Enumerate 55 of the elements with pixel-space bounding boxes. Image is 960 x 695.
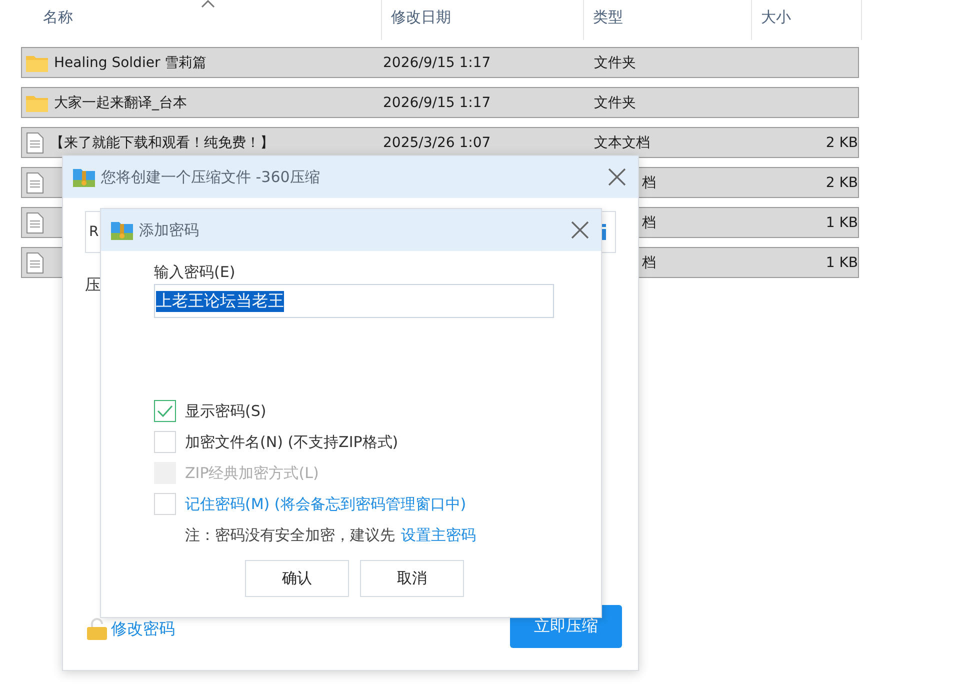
file-size: 2 KB — [826, 174, 858, 190]
file-name: Healing Soldier 雪莉篇 — [54, 54, 207, 72]
note-text: 注：密码没有安全加密，建议先 — [185, 526, 395, 545]
file-size: 1 KB — [826, 254, 858, 270]
master-password-link[interactable]: 设置主密码 — [401, 526, 476, 545]
checkbox[interactable] — [154, 400, 176, 422]
file-date: 2026/9/15 1:17 — [383, 94, 491, 110]
file-type: 档 — [642, 174, 656, 190]
dialog-title: 添加密码 — [139, 220, 200, 240]
close-icon — [608, 168, 626, 186]
file-type: 档 — [642, 254, 656, 270]
file-type: 文本文档 — [594, 134, 650, 150]
file-date: 2025/3/26 1:07 — [383, 134, 491, 150]
archive-icon — [111, 220, 133, 240]
archive-icon — [73, 167, 95, 187]
option-label: 显示密码(S) — [185, 402, 266, 420]
dialog-button[interactable]: 确认 — [245, 560, 349, 597]
option-link[interactable]: 记住密码(M) (将会备忘到密码管理窗口中) — [185, 494, 466, 514]
file-type: 档 — [642, 214, 656, 230]
dialog-title: 您将创建一个压缩文件 -360压缩 — [101, 168, 321, 186]
checkbox[interactable] — [154, 431, 176, 453]
document-icon — [26, 212, 44, 234]
file-row[interactable]: Healing Soldier 雪莉篇 2026/9/15 1:17 文件夹 — [21, 47, 859, 78]
file-row[interactable]: 【来了就能下载和观看！纯免费！】 2025/3/26 1:07 文本文档 2 KB — [21, 127, 859, 158]
checkbox[interactable] — [154, 493, 176, 515]
password-label: 输入密码(E) — [154, 263, 236, 282]
password-field[interactable]: 上老王论坛当老王 — [154, 284, 554, 318]
folder-icon — [26, 54, 48, 72]
document-icon — [26, 252, 44, 274]
check-icon — [157, 405, 173, 417]
option-label: ZIP经典加密方式(L) — [185, 464, 319, 482]
file-size: 1 KB — [826, 214, 858, 230]
dialog-button[interactable]: 取消 — [360, 560, 464, 597]
file-name: 大家一起来翻译_台本 — [54, 94, 187, 112]
file-row[interactable]: 大家一起来翻译_台本 2026/9/15 1:17 文件夹 — [21, 87, 859, 118]
file-name: 【来了就能下载和观看！纯免费！】 — [50, 134, 274, 152]
option-label: 加密文件名(N) (不支持ZIP格式) — [185, 432, 398, 452]
column-header[interactable]: 修改日期 — [391, 8, 451, 26]
file-type: 文件夹 — [594, 94, 636, 110]
close-button[interactable] — [569, 219, 591, 241]
file-size: 2 KB — [826, 134, 858, 150]
info-icon — [601, 224, 607, 240]
column-header[interactable]: 类型 — [593, 8, 623, 26]
sort-caret-icon — [201, 0, 215, 8]
close-button[interactable] — [606, 166, 628, 188]
column-header[interactable]: 大小 — [761, 8, 791, 26]
column-header[interactable]: 名称 — [43, 8, 73, 26]
document-icon — [26, 132, 44, 154]
folder-icon — [26, 94, 48, 112]
file-type: 文件夹 — [594, 54, 636, 70]
close-icon — [571, 221, 589, 239]
field-label: 压 — [85, 275, 102, 296]
file-date: 2026/9/15 1:17 — [383, 54, 491, 70]
change-password-link[interactable]: 修改密码 — [111, 618, 175, 640]
document-icon — [26, 172, 44, 194]
